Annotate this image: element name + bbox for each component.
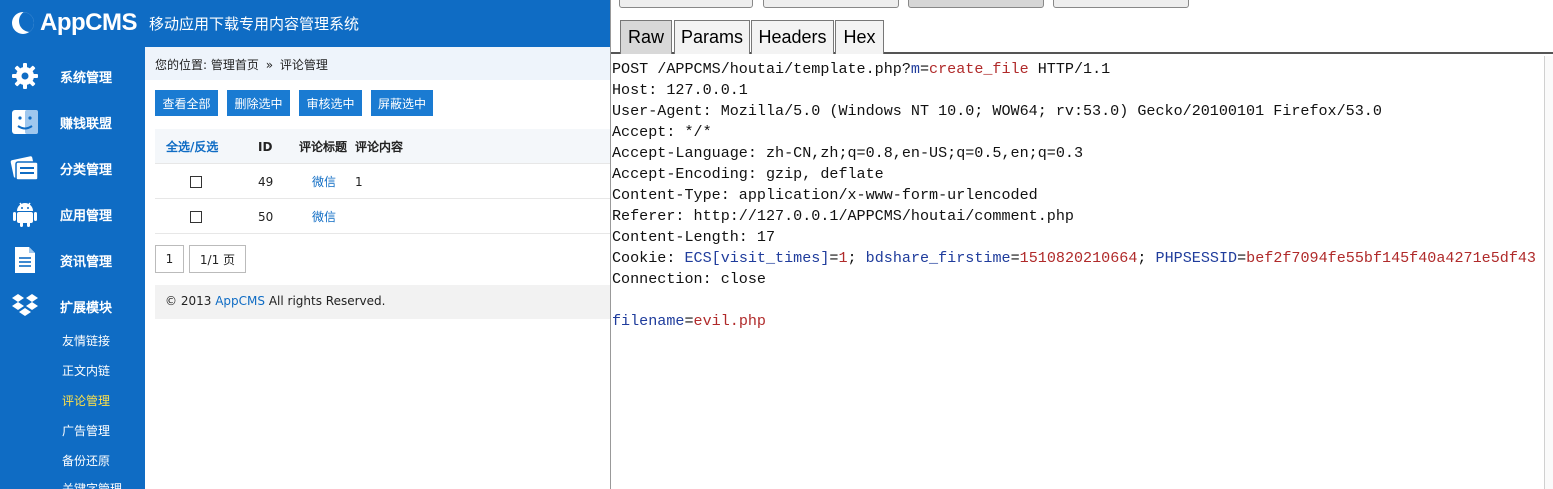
page-count: 1/1 页 [189,245,246,273]
column-header-title: 评论标题 [299,140,348,154]
sidebar-item-earn[interactable]: 赚钱联盟 [0,99,145,145]
row-select-cell [166,199,202,234]
row-id: 50 [258,209,274,224]
row-checkbox[interactable] [190,175,202,188]
request-body: filename=evil.php [612,312,766,330]
row-title-link[interactable]: 微信 [312,199,336,234]
sidebar-subitem-comments[interactable]: 评论管理 [62,392,110,409]
sidebar-subitem-ads[interactable]: 广告管理 [62,422,110,439]
row-checkbox[interactable] [190,210,202,223]
breadcrumb-current: 评论管理 [279,58,328,72]
dropbox-icon [10,291,40,321]
sidebar-item-label: 系统管理 [60,70,113,86]
table-header-row: 全选/反选 ID 评论标题 评论内容 [155,129,610,164]
android-icon [10,199,40,229]
sidebar-subitem-backup[interactable]: 备份还原 [62,452,110,469]
column-header-content: 评论内容 [355,140,404,154]
folder-icon [10,153,40,183]
tab-hex[interactable]: Hex [835,20,884,54]
tab-params[interactable]: Params [674,20,750,54]
view-all-button[interactable]: 查看全部 [155,90,218,116]
breadcrumb-home-link[interactable]: 管理首页 [211,58,259,72]
header-cookie: Cookie: ECS[visit_times]=1; bdshare_firs… [612,249,1536,267]
toolbar-button[interactable] [763,0,899,8]
finder-icon [10,107,40,137]
sidebar-item-extensions[interactable]: 扩展模块 [0,283,145,329]
row-content: 1 [355,174,363,189]
sidebar-subitem-inner-links[interactable]: 正文内链 [62,362,110,379]
sidebar-item-news[interactable]: 资讯管理 [0,237,145,283]
header-user-agent: User-Agent: Mozilla/5.0 (Windows NT 10.0… [612,102,1382,120]
breadcrumb-separator: » [265,58,274,72]
comments-table: 全选/反选 ID 评论标题 评论内容 49 微信 1 50 微信 [155,129,610,234]
block-selected-button[interactable]: 屏蔽选中 [371,90,433,116]
page-number-button[interactable]: 1 [155,245,184,273]
gear-icon [10,61,40,91]
sidebar-item-label: 赚钱联盟 [60,116,113,132]
breadcrumb: 您的位置: 管理首页 » 评论管理 [145,47,610,80]
header-accept: Accept: */* [612,123,712,141]
footer-copyright: © 2013 [165,294,212,308]
table-row: 50 微信 [155,199,610,234]
logo-text: AppCMS [40,9,137,36]
moon-icon [12,12,34,34]
row-title-link[interactable]: 微信 [312,164,336,199]
sidebar: 系统管理 赚钱联盟 分类管理 应用管理 资讯管理 扩展模块 友情链接 正文内链 [0,47,145,489]
header-connection: Connection: close [612,270,766,288]
burp-request-panel: Raw Params Headers Hex POST /APPCMS/hout… [610,0,1553,489]
top-bar: AppCMS 移动应用下载专用内容管理系统 [0,0,610,47]
approve-selected-button[interactable]: 审核选中 [299,90,362,116]
footer-rights: All rights Reserved. [268,294,386,308]
header-content-length: Content-Length: 17 [612,228,776,246]
tab-raw[interactable]: Raw [620,20,672,54]
header-host: Host: 127.0.0.1 [612,81,748,99]
sidebar-item-label: 应用管理 [60,208,113,224]
header-accept-language: Accept-Language: zh-CN,zh;q=0.8,en-US;q=… [612,144,1084,162]
document-icon [10,245,40,275]
sidebar-subitem-friend-links[interactable]: 友情链接 [62,332,110,349]
footer-brand-link[interactable]: AppCMS [215,294,265,308]
logo[interactable]: AppCMS 移动应用下载专用内容管理系统 [12,8,359,38]
header-accept-encoding: Accept-Encoding: gzip, deflate [612,165,884,183]
sidebar-item-label: 分类管理 [60,162,113,178]
toolbar-button[interactable] [908,0,1044,8]
tab-headers[interactable]: Headers [751,20,834,54]
select-all-toggle[interactable]: 全选/反选 [166,129,218,164]
sidebar-item-system[interactable]: 系统管理 [0,53,145,99]
header-referer: Referer: http://127.0.0.1/APPCMS/houtai/… [612,207,1074,225]
sidebar-item-category[interactable]: 分类管理 [0,145,145,191]
sidebar-subitem-keywords[interactable]: 关键字管理 [62,480,122,489]
top-button-row [611,0,1553,10]
column-header-id: ID [258,139,273,154]
row-select-cell [166,164,202,199]
breadcrumb-prefix: 您的位置: [155,58,208,72]
main-content: 您的位置: 管理首页 » 评论管理 查看全部 删除选中 审核选中 屏蔽选中 全选… [145,47,610,489]
toolbar-button[interactable] [1053,0,1189,8]
vertical-scrollbar[interactable] [1544,56,1553,489]
header-content-type: Content-Type: application/x-www-form-url… [612,186,1038,204]
app-subtitle: 移动应用下载专用内容管理系统 [148,14,359,33]
sidebar-item-label: 资讯管理 [60,254,113,270]
raw-request-editor[interactable]: POST /APPCMS/houtai/template.php?m=creat… [611,56,1544,489]
footer: © 2013 AppCMS All rights Reserved. [155,285,610,319]
request-line: POST /APPCMS/houtai/template.php?m=creat… [612,60,1111,78]
table-row: 49 微信 1 [155,164,610,199]
message-tabs: Raw Params Headers Hex [611,18,1553,54]
sidebar-item-label: 扩展模块 [60,300,113,316]
toolbar-button[interactable] [619,0,753,8]
sidebar-item-apps[interactable]: 应用管理 [0,191,145,237]
row-id: 49 [258,174,274,189]
delete-selected-button[interactable]: 删除选中 [227,90,290,116]
